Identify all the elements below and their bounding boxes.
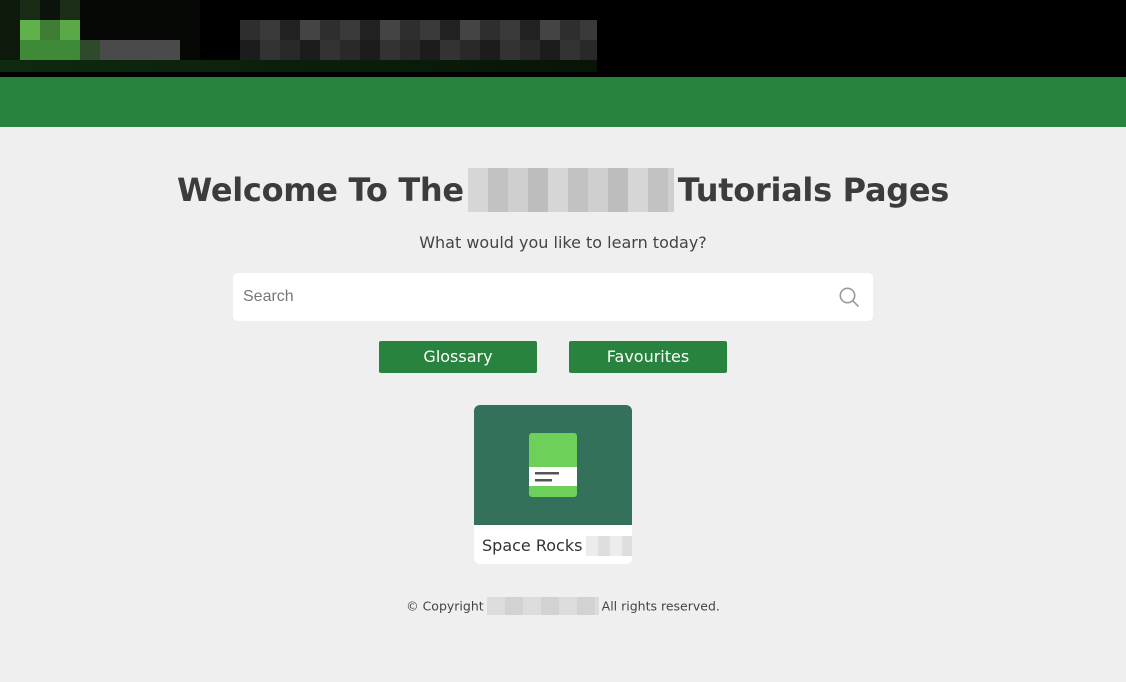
page-title-prefix: Welcome To The	[176, 171, 464, 209]
site-logo[interactable]	[0, 0, 200, 60]
redacted-site-name	[467, 168, 674, 212]
card-title: Space Rocks	[482, 535, 632, 557]
page-title: Welcome To The Tutorials Pages	[0, 168, 1126, 214]
card-thumbnail	[474, 405, 632, 525]
top-header	[0, 0, 1126, 77]
header-underline	[0, 60, 597, 72]
nav-bar	[0, 77, 1126, 127]
search-bar	[233, 273, 873, 321]
glossary-button[interactable]: Glossary	[379, 341, 537, 373]
redacted-company-name	[486, 597, 599, 615]
tutorial-card[interactable]: Space Rocks	[474, 405, 632, 564]
search-icon[interactable]	[839, 287, 859, 307]
site-title-redacted	[240, 20, 597, 60]
copyright-prefix: © Copyright	[406, 598, 484, 614]
copyright-suffix: All rights reserved.	[601, 598, 720, 614]
redacted-card-suffix	[586, 535, 632, 556]
page-title-suffix: Tutorials Pages	[677, 171, 950, 209]
card-title-text: Space Rocks	[482, 536, 583, 555]
favourites-button[interactable]: Favourites	[569, 341, 727, 373]
footer-copyright: © Copyright All rights reserved.	[0, 597, 1126, 616]
book-icon	[529, 433, 577, 497]
page-subtitle: What would you like to learn today?	[419, 233, 707, 252]
search-input[interactable]	[233, 273, 833, 321]
